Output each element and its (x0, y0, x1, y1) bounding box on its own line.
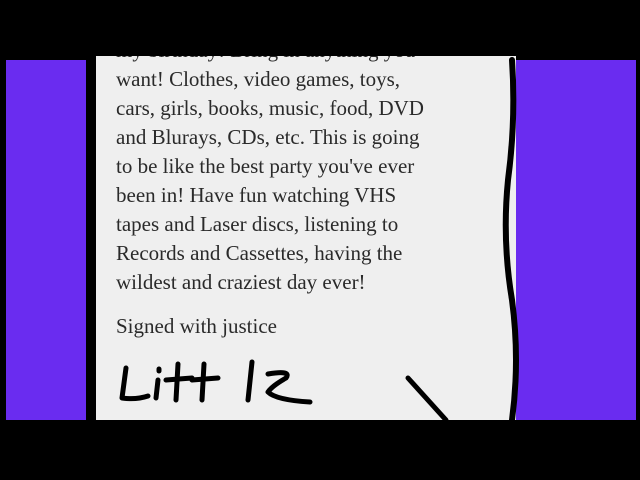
signature-stroke (405, 375, 449, 420)
letter-paper: my birthday! Bring in anything you want!… (96, 56, 516, 420)
signature-stroke (153, 377, 161, 401)
right-purple-panel (512, 60, 636, 420)
signature-stroke (199, 361, 207, 403)
signature-stroke (189, 375, 221, 383)
signature-stroke (173, 361, 181, 403)
signature-stroke (163, 375, 195, 383)
signature-stroke (265, 370, 313, 405)
signature-stroke (119, 365, 151, 402)
signature-stroke (245, 359, 255, 403)
left-purple-panel (6, 60, 86, 420)
handwritten-signature (119, 359, 449, 420)
scene: my birthday! Bring in anything you want!… (0, 0, 640, 480)
